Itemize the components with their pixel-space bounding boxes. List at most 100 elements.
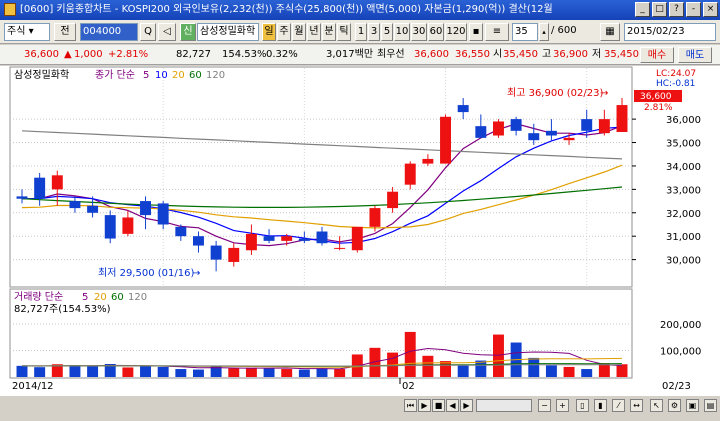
quote-bar: 36,600 ▲ 1,000 +2.81% 82,727 154.53% 0.3…	[0, 45, 720, 65]
bar-decrease-icon[interactable]: ▯	[576, 399, 589, 412]
candle-body	[140, 201, 151, 216]
resize-icon[interactable]: ↔	[630, 399, 643, 412]
volume-bar	[581, 369, 593, 377]
chart-area[interactable]: 36,000 35,000 34,000 33,000 32,000 31,000 30,0…	[0, 66, 720, 396]
volume-bar	[422, 355, 434, 377]
volume-legend-ma-20: 20	[94, 292, 107, 303]
right-arrow-icon: →	[600, 88, 608, 99]
nav-stop-icon[interactable]: ■	[432, 399, 445, 412]
period-day-button[interactable]: 일	[262, 23, 276, 41]
ask-price-2: 36,550	[455, 49, 490, 60]
ask-price-1: 36,600	[414, 49, 449, 60]
candle-body	[210, 245, 222, 260]
volume-tick-label: 200,000	[660, 320, 701, 331]
x-axis-label-start: 2014/12	[12, 381, 54, 392]
period-minute-button[interactable]: 분	[322, 23, 336, 41]
market-type-value: 주식	[7, 26, 26, 37]
legend-ma-120: 120	[206, 70, 225, 81]
stock-name-field: 삼성정밀화학	[197, 23, 259, 41]
volume-bar	[228, 368, 240, 377]
candle-body	[245, 233, 257, 251]
calendar-icon[interactable]: ▦	[600, 23, 620, 41]
favorite-button[interactable]: 신	[180, 23, 196, 41]
legend-ma-5: 5	[143, 70, 149, 81]
last-price-label: 36,600	[640, 92, 672, 102]
price-tick-label: 36,000	[666, 115, 701, 126]
market-type-select[interactable]: 주식 ▾	[4, 23, 50, 41]
price-tick-label: 34,000	[666, 162, 701, 173]
price-panel-frame	[9, 66, 633, 288]
zoom-out-icon[interactable]: −	[538, 399, 551, 412]
zoom-in-icon[interactable]: +	[556, 399, 569, 412]
count-stepper[interactable]: ▴	[539, 23, 549, 41]
up-arrow-icon: ▲	[64, 49, 72, 60]
minute-30-button[interactable]: 30	[411, 23, 427, 41]
stock-chart[interactable]: 36,000 35,000 34,000 33,000 32,000 31,000 30,0…	[0, 66, 720, 396]
volume-bar	[263, 368, 275, 377]
sell-button[interactable]: 매도	[678, 47, 712, 63]
minute-120-button[interactable]: 120	[445, 23, 467, 41]
nav-next-icon[interactable]: ▶	[460, 399, 473, 412]
minute-10-button[interactable]: 10	[394, 23, 410, 41]
volume-bar	[175, 369, 187, 377]
window-restore-button[interactable]: □	[652, 2, 667, 17]
candle-body	[316, 231, 328, 244]
trend-icon[interactable]: ⁄	[612, 399, 625, 412]
period-tick-button[interactable]: 틱	[337, 23, 351, 41]
window-minimize-button[interactable]: _	[635, 2, 650, 17]
high-price: 36,900	[553, 49, 588, 60]
window-collapse-button[interactable]: -	[686, 2, 701, 17]
stock-code-input[interactable]: 004000	[80, 23, 138, 41]
period-year-button[interactable]: 년	[307, 23, 321, 41]
tool-button[interactable]: ≡	[485, 23, 509, 41]
candle-body	[598, 119, 610, 134]
nav-prev-icon[interactable]: ◀	[446, 399, 459, 412]
period-week-button[interactable]: 주	[277, 23, 291, 41]
date-input[interactable]: 2015/02/23	[624, 23, 716, 41]
legend-stock-name: 삼성정밀화학	[14, 69, 69, 81]
minute-5-button[interactable]: 5	[381, 23, 393, 41]
legend-ma-10: 10	[155, 70, 168, 81]
display-count-input[interactable]: 35	[512, 23, 538, 41]
volume-bar	[457, 364, 469, 377]
ask-label: 최우선	[377, 49, 405, 60]
window-close-button[interactable]: ×	[703, 2, 718, 17]
volume-legend-ma-120: 120	[128, 292, 147, 303]
trade-amount: 3,017백만	[326, 49, 374, 60]
speaker-icon[interactable]: ◁	[158, 23, 176, 41]
candle-body	[263, 236, 275, 241]
candle-body	[528, 133, 540, 141]
candle-body	[616, 105, 628, 132]
high-annotation: 최고 36,900 (02/23)	[507, 87, 603, 99]
window-help-button[interactable]: ?	[669, 2, 684, 17]
candle-body	[87, 205, 99, 213]
camera-icon[interactable]: ▣	[686, 399, 699, 412]
nav-first-icon[interactable]: ⏮	[404, 399, 417, 412]
chart-scrollbar[interactable]	[476, 399, 532, 412]
legend-ma-title: 종가 단순	[95, 69, 135, 81]
minute-60-button[interactable]: 60	[428, 23, 444, 41]
prev-button[interactable]: 전	[54, 23, 76, 41]
high-label: 고	[542, 49, 552, 60]
settings-icon[interactable]: ⚙	[668, 399, 681, 412]
search-icon[interactable]: Q	[140, 23, 156, 41]
buy-button[interactable]: 매수	[640, 47, 674, 63]
volume-bar	[281, 369, 293, 377]
bar-increase-icon[interactable]: ▮	[594, 399, 607, 412]
volume-bar	[545, 365, 557, 377]
volume-bar	[563, 366, 575, 377]
volume-bar	[87, 366, 99, 377]
print-icon[interactable]: ▤	[704, 399, 717, 412]
nav-play-icon[interactable]: ▶	[418, 399, 431, 412]
minute-1-button[interactable]: 1	[355, 23, 367, 41]
minute-3-button[interactable]: 3	[368, 23, 380, 41]
candle-body	[404, 163, 416, 185]
current-price: 36,600	[24, 49, 59, 60]
period-month-button[interactable]: 월	[292, 23, 306, 41]
volume-bar	[16, 365, 28, 377]
period-menu-button[interactable]: ▪	[469, 23, 483, 41]
volume-bar	[140, 365, 151, 377]
volume-legend-ma-60: 60	[111, 292, 124, 303]
volume-value: 82,727	[176, 49, 211, 60]
pointer-icon[interactable]: ↖	[650, 399, 663, 412]
